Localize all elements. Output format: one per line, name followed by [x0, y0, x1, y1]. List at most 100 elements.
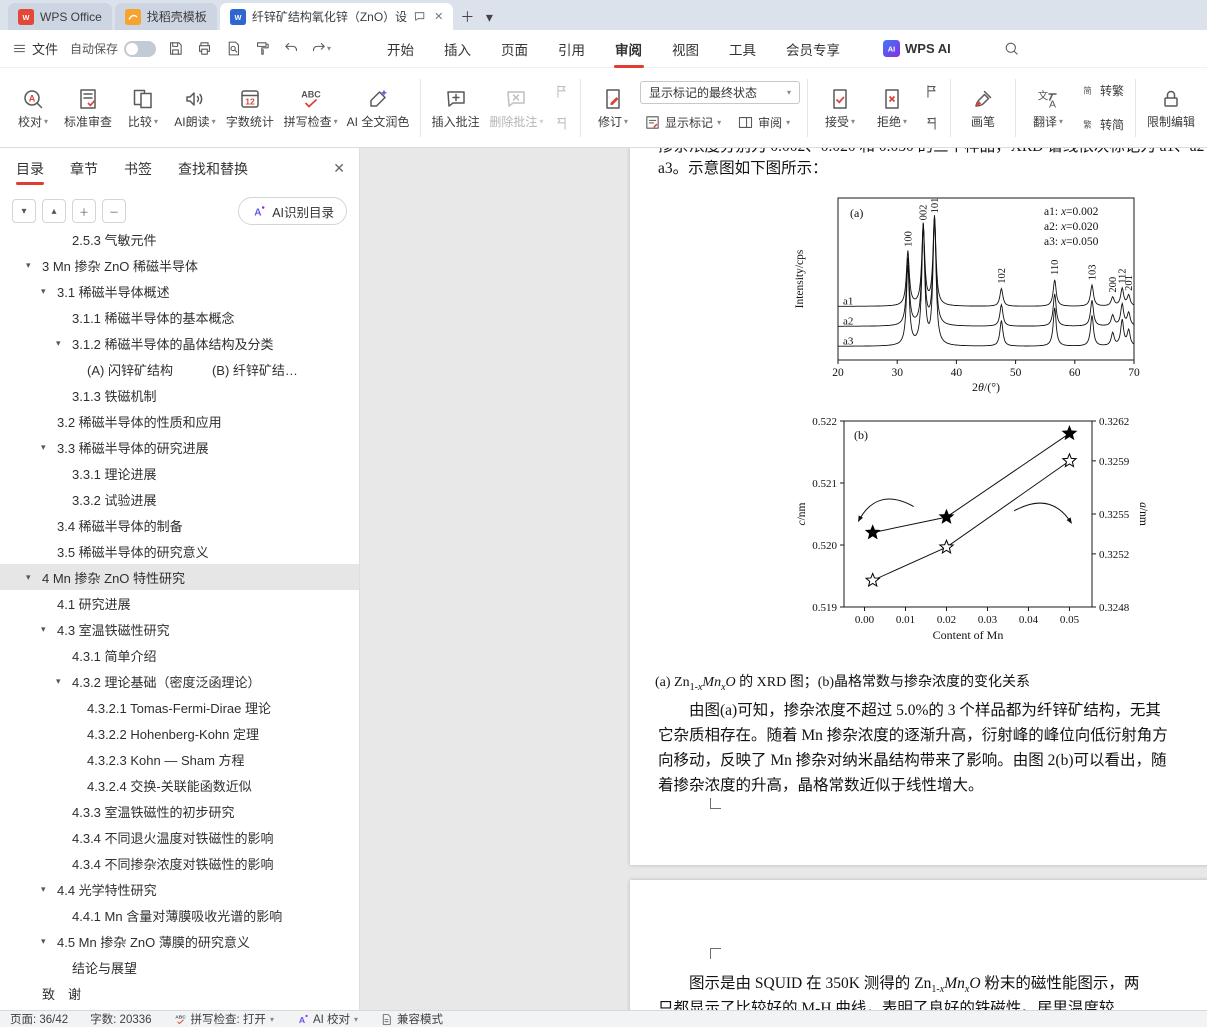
tab-list-caret-icon[interactable]: ▾: [478, 4, 500, 30]
display-state-combo[interactable]: 显示标记的最终状态 ▾: [640, 80, 801, 104]
save-button[interactable]: [162, 35, 189, 62]
toc-item[interactable]: 3.2 稀磁半导体的性质和应用: [0, 408, 359, 434]
ribbon-count-button[interactable]: 12 字数统计: [222, 74, 278, 142]
compat-mode[interactable]: 兼容模式: [380, 1011, 443, 1027]
ribbon-han-t-button[interactable]: 繁转简: [1075, 113, 1128, 137]
page-indicator[interactable]: 页面: 36/42: [10, 1011, 68, 1027]
print-button[interactable]: [191, 35, 218, 62]
expand-arrow-icon[interactable]: ▾: [41, 442, 46, 453]
menu-tab-会员专享[interactable]: 会员专享: [771, 30, 855, 68]
ribbon-track-button[interactable]: 修订 ▾: [588, 74, 638, 142]
toc-item[interactable]: 3.5 稀磁半导体的研究意义: [0, 538, 359, 564]
menu-tab-开始[interactable]: 开始: [372, 30, 429, 68]
toc-item[interactable]: 4.3.4 不同掺杂浓度对铁磁性的影响: [0, 850, 359, 876]
toc-item[interactable]: 3.4 稀磁半导体的制备: [0, 512, 359, 538]
expand-arrow-icon[interactable]: ▾: [26, 260, 31, 271]
toc-item[interactable]: ▾ 4 Mn 掺杂 ZnO 特性研究: [0, 564, 359, 590]
spellcheck-status[interactable]: ABC 拼写检查: 打开 ▾: [174, 1011, 274, 1027]
menu-tab-视图[interactable]: 视图: [657, 30, 714, 68]
toc-item[interactable]: ▾ 4.5 Mn 掺杂 ZnO 薄膜的研究意义: [0, 928, 359, 954]
toc-item[interactable]: 4.3.2.3 Kohn — Sham 方程: [0, 746, 359, 772]
autosave-toggle[interactable]: [124, 40, 157, 57]
expand-arrow-icon[interactable]: ▾: [41, 884, 46, 895]
ribbon-ai-read-button[interactable]: AI朗读 ▾: [170, 74, 220, 142]
ribbon-pane-button[interactable]: 审阅 ▾: [733, 111, 794, 135]
expand-arrow-icon[interactable]: ▾: [26, 572, 31, 583]
ribbon-accept-button[interactable]: 接受 ▾: [815, 74, 865, 142]
toc-item[interactable]: 结论与展望: [0, 954, 359, 980]
ribbon-compare-button[interactable]: 比较 ▾: [118, 74, 168, 142]
wps-ai-button[interactable]: AI WPS AI: [883, 40, 951, 57]
ribbon-comment-add-button[interactable]: 插入批注: [428, 74, 484, 142]
toc-item[interactable]: ▾ 4.4 光学特性研究: [0, 876, 359, 902]
ribbon-restrict-button[interactable]: 限制编辑: [1143, 74, 1199, 142]
menu-tab-引用[interactable]: 引用: [543, 30, 600, 68]
toc-item[interactable]: ▾ 4.3 室温铁磁性研究: [0, 616, 359, 642]
expand-arrow-icon[interactable]: ▾: [41, 286, 46, 297]
app-tab-docer[interactable]: 找稻壳模板: [114, 3, 217, 30]
toc-item[interactable]: 致 谢: [0, 980, 359, 1006]
pane-tab-书签[interactable]: 书签: [124, 148, 152, 190]
toc-item[interactable]: 4.3.3 室温铁磁性的初步研究: [0, 798, 359, 824]
expand-arrow-icon[interactable]: ▾: [41, 624, 46, 635]
toc-item[interactable]: (A) 闪锌矿结构 (B) 纤锌矿结…: [0, 356, 359, 382]
expand-arrow-icon[interactable]: ▾: [56, 676, 61, 687]
toc-item[interactable]: 4.1 研究进展: [0, 590, 359, 616]
pane-tab-查找和替换[interactable]: 查找和替换: [178, 148, 248, 190]
ribbon-han-s-button[interactable]: 简转繁: [1075, 79, 1128, 103]
preview-button[interactable]: [220, 35, 247, 62]
pane-tab-章节[interactable]: 章节: [70, 148, 98, 190]
toc-item[interactable]: ▾ 3.1.2 稀磁半导体的晶体结构及分类: [0, 330, 359, 356]
close-pane-icon[interactable]: ✕: [333, 160, 345, 177]
file-menu-button[interactable]: 文件: [0, 30, 70, 68]
figure-xrd-lattice[interactable]: 20 30 40 50 60 70 a1 a2 a3 100 002 101 102 110 103 200 1…: [790, 188, 1152, 656]
zoom-out-button[interactable]: －: [102, 199, 126, 223]
word-count[interactable]: 字数: 20336: [90, 1011, 151, 1027]
ribbon-polish-button[interactable]: AI 全文润色: [343, 74, 412, 142]
ribbon-proof-button[interactable]: A 校对 ▾: [8, 74, 58, 142]
toc-item[interactable]: 4.3.2.2 Hohenberg-Kohn 定理: [0, 720, 359, 746]
toc-item[interactable]: 4.3.2.4 交换-关联能函数近似: [0, 772, 359, 798]
zoom-in-button[interactable]: ＋: [72, 199, 96, 223]
collapse-all-button[interactable]: ▾: [12, 199, 36, 223]
menu-tab-审阅[interactable]: 审阅: [600, 30, 657, 68]
pane-tab-目录[interactable]: 目录: [16, 148, 44, 190]
close-icon[interactable]: ✕: [434, 10, 443, 23]
toc-item[interactable]: 4.3.2.1 Tomas-Fermi-Dirae 理论: [0, 694, 359, 720]
toc-item[interactable]: 3.3.1 理论进展: [0, 460, 359, 486]
toc-item[interactable]: ▾ 3.3 稀磁半导体的研究进展: [0, 434, 359, 460]
toc-item[interactable]: 4.3.1 简单介绍: [0, 642, 359, 668]
expand-arrow-icon[interactable]: ▾: [41, 936, 46, 947]
toc-item[interactable]: ▾ 3 Mn 掺杂 ZnO 稀磁半导体: [0, 252, 359, 278]
menu-tab-插入[interactable]: 插入: [429, 30, 486, 68]
ribbon-spell-button[interactable]: ABC 拼写检查 ▾: [280, 74, 341, 142]
toc-item[interactable]: 4.3.4 不同退火温度对铁磁性的影响: [0, 824, 359, 850]
toc-item[interactable]: ▾ 4.3.2 理论基础（密度泛函理论）: [0, 668, 359, 694]
toc-item[interactable]: ▾ 3.1 稀磁半导体概述: [0, 278, 359, 304]
menu-tab-工具[interactable]: 工具: [714, 30, 771, 68]
expand-arrow-icon[interactable]: ▾: [56, 338, 61, 349]
toc-item[interactable]: 3.1.3 铁磁机制: [0, 382, 359, 408]
ribbon-marks-button[interactable]: 显示标记 ▾: [640, 111, 725, 135]
comment-icon[interactable]: [413, 10, 426, 23]
ai-proof-button[interactable]: A AI 校对 ▾: [296, 1011, 358, 1027]
search-button[interactable]: [997, 35, 1025, 63]
toc-item[interactable]: 3.3.2 试验进展: [0, 486, 359, 512]
ribbon-reject-button[interactable]: 拒绝 ▾: [867, 74, 917, 142]
app-tab-wps[interactable]: W WPS Office: [8, 3, 112, 30]
undo-button[interactable]: [278, 35, 305, 62]
toc-item[interactable]: 4.4.1 Mn 含量对薄膜吸收光谱的影响: [0, 902, 359, 928]
app-tab-writer[interactable]: W 纤锌矿结构氧化锌（ZnO）设 ✕: [219, 3, 454, 30]
ribbon-brush-button[interactable]: 画笔: [958, 74, 1008, 142]
toc-item[interactable]: 3.1.1 稀磁半导体的基本概念: [0, 304, 359, 330]
painter-button[interactable]: [249, 35, 276, 62]
menu-tab-页面[interactable]: 页面: [486, 30, 543, 68]
document-area[interactable]: 掺杂浓度分别为 0.002、0.020 和 0.050 的三个样品，XRD 谱线…: [360, 148, 1207, 1010]
expand-all-button[interactable]: ▴: [42, 199, 66, 223]
ribbon-flag-prev-button[interactable]: [919, 81, 943, 103]
new-tab-button[interactable]: ＋: [456, 4, 478, 30]
ribbon-translate-button[interactable]: 文 A 翻译 ▾: [1023, 74, 1073, 142]
redo-button[interactable]: ▾: [307, 35, 334, 62]
ribbon-audit-button[interactable]: 标准审查: [60, 74, 116, 142]
ribbon-flag-next-button[interactable]: [919, 113, 943, 135]
